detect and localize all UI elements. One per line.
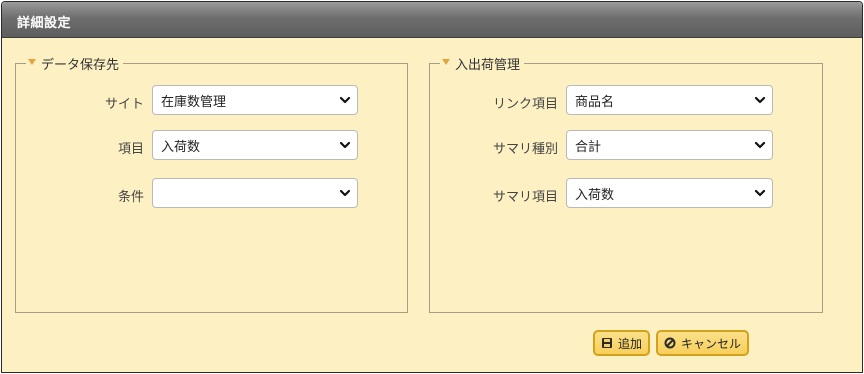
item-select-value: 入荷数 (161, 139, 201, 155)
prohibited-icon (664, 337, 676, 349)
summary-item-select-value: 入荷数 (575, 187, 615, 203)
site-select[interactable]: 在庫数管理 (152, 85, 358, 115)
summary-type-label: サマリ種別 (492, 142, 558, 157)
summary-item-select[interactable]: 入荷数 (566, 178, 773, 208)
condition-select[interactable] (152, 178, 358, 208)
detail-settings-dialog: 詳細設定 データ保存先 サイト 在庫数管理 項目 入荷数 条件 入出荷管理 リン… (1, 1, 863, 373)
dialog-title: 詳細設定 (17, 16, 72, 31)
triangle-down-icon (442, 59, 450, 65)
summary-type-select[interactable]: 合計 (566, 130, 773, 160)
link-item-select[interactable]: 商品名 (566, 85, 773, 115)
inbound-fieldset: 入出荷管理 リンク項目 商品名 サマリ種別 合計 サマリ項目 入荷数 (429, 55, 823, 313)
chevron-down-icon (754, 189, 766, 197)
condition-label: 条件 (117, 190, 144, 205)
chevron-down-icon (339, 189, 351, 197)
chevron-down-icon (339, 141, 351, 149)
inbound-legend-label: 入出荷管理 (455, 57, 521, 73)
chevron-down-icon (754, 141, 766, 149)
chevron-down-icon (339, 96, 351, 104)
summary-type-select-value: 合計 (575, 139, 602, 155)
item-label: 項目 (117, 142, 144, 157)
site-select-value: 在庫数管理 (161, 94, 227, 110)
link-item-label: リンク項目 (492, 97, 558, 112)
data-store-legend-label: データ保存先 (41, 57, 120, 73)
triangle-down-icon (28, 59, 36, 65)
summary-item-label: サマリ項目 (492, 190, 558, 205)
add-button[interactable]: 追加 (593, 330, 651, 356)
cancel-button[interactable]: キャンセル (656, 330, 750, 356)
inbound-legend[interactable]: 入出荷管理 (440, 55, 525, 73)
link-item-select-value: 商品名 (575, 94, 615, 110)
data-store-fieldset: データ保存先 サイト 在庫数管理 項目 入荷数 条件 (15, 55, 408, 313)
save-icon (602, 338, 612, 348)
chevron-down-icon (754, 96, 766, 104)
add-button-label: 追加 (618, 336, 643, 351)
site-label: サイト (104, 97, 144, 112)
cancel-button-label: キャンセル (681, 336, 742, 351)
dialog-titlebar[interactable]: 詳細設定 (2, 2, 862, 38)
data-store-legend[interactable]: データ保存先 (26, 55, 124, 73)
item-select[interactable]: 入荷数 (152, 130, 358, 160)
